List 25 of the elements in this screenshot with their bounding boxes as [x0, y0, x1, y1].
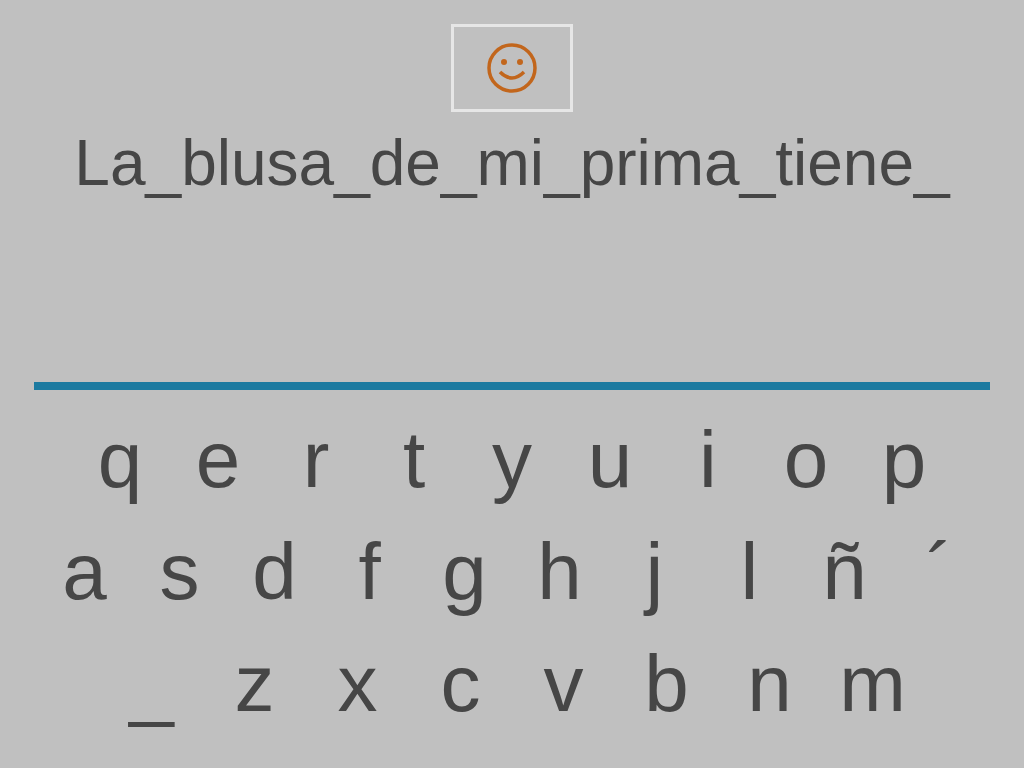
letter-key[interactable]: _ — [100, 644, 203, 725]
letter-key[interactable]: e — [169, 420, 267, 501]
letter-key[interactable]: n — [718, 644, 821, 725]
letter-key[interactable]: ´ — [892, 532, 987, 613]
letter-key[interactable]: d — [227, 532, 322, 613]
letter-key[interactable]: x — [306, 644, 409, 725]
letter-key[interactable]: l — [702, 532, 797, 613]
letter-key[interactable]: o — [757, 420, 855, 501]
letter-key[interactable]: i — [659, 420, 757, 501]
letter-key[interactable]: a — [37, 532, 132, 613]
letter-key[interactable]: v — [512, 644, 615, 725]
letter-key[interactable]: z — [203, 644, 306, 725]
sentence-text: La_blusa_de_mi_prima_tiene_ — [73, 128, 952, 199]
letter-key[interactable]: f — [322, 532, 417, 613]
letter-key[interactable]: h — [512, 532, 607, 613]
letter-key[interactable]: ñ — [797, 532, 892, 613]
letter-key[interactable]: b — [615, 644, 718, 725]
letter-key[interactable]: r — [267, 420, 365, 501]
letter-key[interactable]: m — [821, 644, 924, 725]
letter-key[interactable]: t — [365, 420, 463, 501]
letter-key[interactable]: s — [132, 532, 227, 613]
smiley-icon — [486, 42, 538, 94]
letter-key[interactable]: c — [409, 644, 512, 725]
letter-key[interactable]: u — [561, 420, 659, 501]
smiley-button[interactable] — [451, 24, 573, 112]
